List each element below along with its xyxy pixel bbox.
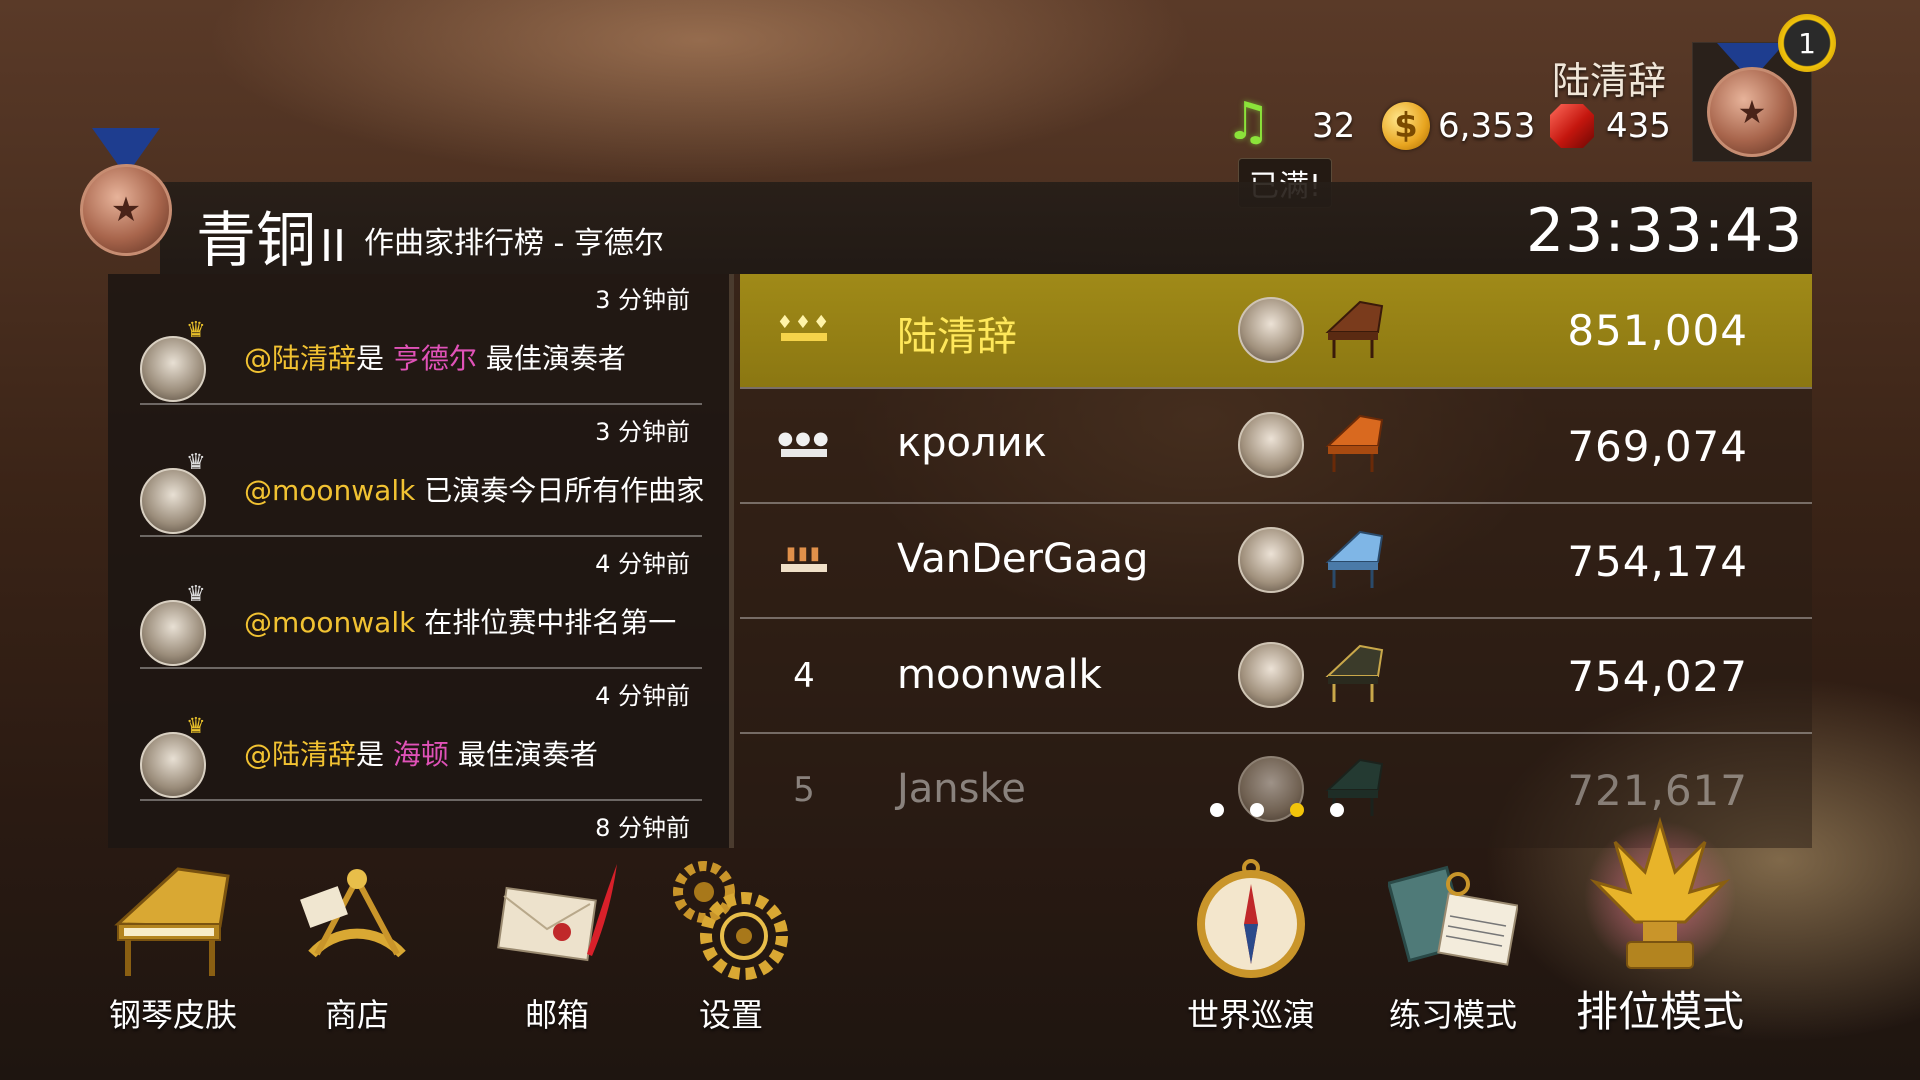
letter-quill-icon: [492, 854, 622, 984]
ranked-mode-label: 排位模式: [1576, 987, 1745, 1036]
silver-crown-icon: ♛: [186, 582, 206, 607]
sextant-icon: [292, 854, 422, 984]
mailbox-button[interactable]: 邮箱: [492, 854, 622, 1036]
gold-crown-icon: ♛: [186, 714, 206, 739]
piano-skin-button[interactable]: 钢琴皮肤: [108, 854, 238, 1036]
board-title: 作曲家排行榜 - 亨德尔: [364, 226, 664, 261]
page-dot[interactable]: [1210, 803, 1224, 817]
leaderboard-rank: 5: [793, 770, 815, 810]
feed-composer: 海顿: [392, 738, 449, 771]
tier-title: 青铜 II: [196, 192, 346, 279]
feed-divider: [140, 667, 702, 669]
feed-time: 8 分钟前: [595, 814, 690, 842]
leaderboard-name: кролик: [897, 420, 1047, 466]
feed-text-pre: 是: [356, 342, 393, 375]
feed-message: @moonwalk 在排位赛中排名第一: [244, 601, 676, 641]
grand-piano-icon: [1325, 644, 1384, 702]
bronze-rank-crown-icon: ▮▮▮: [780, 543, 828, 572]
compass-icon: [1186, 854, 1316, 984]
feed-user-link[interactable]: @陆清辞: [244, 738, 356, 771]
coin-icon: $: [1382, 102, 1430, 150]
level-badge: 1: [1778, 14, 1836, 72]
feed-user-link[interactable]: @陆清辞: [244, 342, 356, 375]
page-dot[interactable]: [1330, 803, 1344, 817]
silver-crown-icon: ♛: [186, 450, 206, 475]
composer-avatar-verdi: [140, 732, 206, 798]
bronze-medal-icon: ★: [1707, 67, 1797, 157]
feed-text-post: 最佳演奏者: [448, 738, 598, 771]
piano-skin-label: 钢琴皮肤: [108, 996, 237, 1034]
tier-medal-icon: ★: [80, 164, 172, 256]
world-tour-label: 世界巡演: [1186, 996, 1315, 1034]
feed-divider: [140, 535, 702, 537]
practice-mode-label: 练习模式: [1388, 996, 1517, 1034]
leaderboard-name: 陆清辞: [897, 314, 1017, 360]
feed-user-link[interactable]: @moonwalk: [244, 474, 415, 507]
composer-avatar-verdi: [140, 336, 206, 402]
notes-count: 32: [1312, 106, 1356, 146]
leaderboard-score: 754,174: [1567, 537, 1748, 586]
feed-text-pre: 已演奏今日所有作曲家: [415, 474, 705, 507]
feed-time: 4 分钟前: [595, 682, 690, 710]
leaderboard-rank: 4: [793, 656, 815, 696]
leaderboard-score: 851,004: [1567, 306, 1748, 355]
level-number: 1: [1798, 26, 1816, 60]
golden-piano-icon: [108, 854, 238, 984]
feed-text-pre: 是: [356, 738, 393, 771]
tier-name: 青铜: [196, 206, 316, 276]
gold-rank-crown-icon: ♦♦♦: [777, 312, 829, 341]
golden-trophy-icon: [1580, 812, 1740, 982]
grand-piano-icon: [1325, 300, 1384, 358]
gears-icon: [666, 854, 796, 984]
feed-composer: 亨德尔: [392, 342, 477, 375]
gem-icon: [1550, 104, 1594, 148]
silver-rank-crown-icon: ●●●: [777, 428, 829, 457]
settings-button[interactable]: 设置: [666, 854, 796, 1036]
countdown-timer: 23:33:43: [1526, 196, 1804, 266]
feed-user-link[interactable]: @moonwalk: [244, 606, 415, 639]
grand-piano-icon: [1325, 530, 1384, 588]
tier-level: II: [320, 221, 346, 272]
feed-time: 4 分钟前: [595, 550, 690, 578]
shop-button[interactable]: 商店: [292, 854, 422, 1036]
gold-crown-icon: ♛: [186, 318, 206, 343]
composer-avatar-haydn: [140, 600, 206, 666]
leaderboard-score: 721,617: [1567, 766, 1748, 815]
feed-divider: [140, 799, 702, 801]
feed-message: @陆清辞是 海顿 最佳演奏者: [244, 733, 598, 773]
leaderboard-score: 769,074: [1567, 422, 1748, 471]
coin-count: 6,353: [1438, 106, 1536, 146]
feed-divider: [140, 403, 702, 405]
settings-label: 设置: [698, 996, 763, 1034]
grand-piano-icon: [1325, 414, 1384, 472]
feed-message: @陆清辞是 亨德尔 最佳演奏者: [244, 337, 626, 377]
composer-avatar-handel: [1238, 642, 1304, 708]
feed-message: @moonwalk 已演奏今日所有作曲家: [244, 469, 704, 509]
feed-time: 3 分钟前: [595, 286, 690, 314]
feed-text-post: 最佳演奏者: [476, 342, 626, 375]
leaderboard-score: 754,027: [1567, 652, 1748, 701]
feed-time: 3 分钟前: [595, 418, 690, 446]
sheet-music-book-icon: [1388, 854, 1518, 984]
panel-divider: [729, 274, 734, 848]
leaderboard-name: Janske: [897, 766, 1026, 812]
mailbox-label: 邮箱: [524, 996, 589, 1034]
practice-mode-button[interactable]: 练习模式: [1388, 854, 1518, 1036]
composer-avatar-handel: [1238, 412, 1304, 478]
page-dot-active[interactable]: [1290, 803, 1304, 817]
player-name: 陆清辞: [1552, 59, 1667, 103]
gem-count: 435: [1606, 106, 1671, 146]
pagination-dots: [1210, 803, 1344, 817]
composer-avatar-handel: [1238, 297, 1304, 363]
leaderboard-name: VanDerGaag: [897, 536, 1149, 582]
music-note-icon: ♫: [1225, 92, 1272, 152]
leaderboard-name: moonwalk: [897, 652, 1102, 698]
world-tour-button[interactable]: 世界巡演: [1186, 854, 1316, 1036]
shop-label: 商店: [324, 996, 389, 1034]
feed-text-pre: 在排位赛中排名第一: [415, 606, 677, 639]
composer-avatar-handel: [1238, 527, 1304, 593]
composer-avatar-haydn: [140, 468, 206, 534]
ranked-mode-button[interactable]: 排位模式: [1576, 812, 1744, 1039]
page-dot[interactable]: [1250, 803, 1264, 817]
